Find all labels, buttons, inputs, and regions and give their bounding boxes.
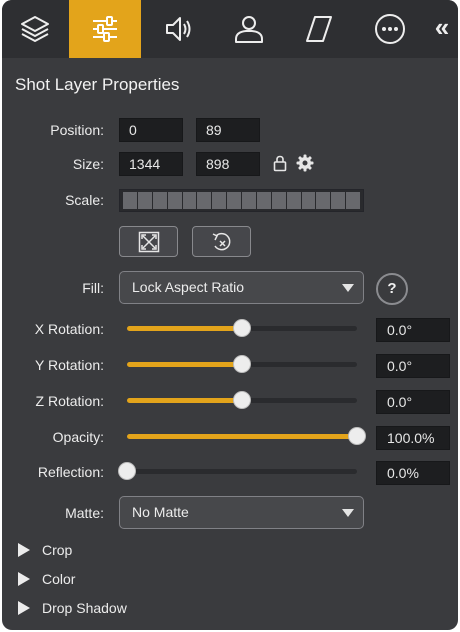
x-rotation-slider[interactable] (127, 318, 357, 338)
reset-icon (212, 232, 230, 250)
z-rotation-slider[interactable] (127, 390, 357, 410)
size-width-field[interactable]: 1344 (119, 152, 183, 176)
fill-dropdown-value: Lock Aspect Ratio (132, 279, 245, 295)
sliders-icon (93, 16, 117, 42)
expand-icon (138, 231, 159, 252)
tab-people[interactable] (214, 0, 284, 58)
x-rotation-value[interactable]: 0.0° (376, 318, 450, 342)
z-rotation-label: Z Rotation: (35, 393, 104, 409)
disclosure-triangle-icon (18, 572, 30, 586)
x-rotation-label: X Rotation: (34, 321, 104, 337)
crop-section-label: Crop (42, 542, 73, 558)
tab-more[interactable] (354, 0, 426, 58)
matte-dropdown-value: No Matte (132, 504, 189, 520)
opacity-label: Opacity: (52, 429, 104, 445)
more-icon (375, 14, 405, 44)
fill-dropdown[interactable]: Lock Aspect Ratio (119, 271, 364, 304)
position-label: Position: (50, 122, 104, 138)
tab-properties[interactable] (69, 0, 141, 58)
y-rotation-slider[interactable] (127, 354, 357, 374)
tab-bar: « (2, 0, 458, 58)
opacity-slider-thumb[interactable] (348, 427, 366, 445)
x-rotation-slider-thumb[interactable] (233, 319, 251, 337)
position-x-field[interactable]: 0 (119, 118, 183, 142)
matte-label: Matte: (65, 505, 104, 521)
reflection-slider[interactable] (118, 461, 357, 481)
tab-audio[interactable] (144, 0, 214, 58)
reflection-value[interactable]: 0.0% (376, 461, 450, 485)
speaker-icon (166, 17, 191, 41)
size-label: Size: (72, 156, 104, 172)
help-button[interactable]: ? (376, 273, 408, 305)
crop-section-toggle[interactable]: Crop (18, 541, 72, 559)
opacity-value[interactable]: 100.0% (376, 426, 450, 450)
fill-label: Fill: (82, 280, 104, 296)
opacity-slider-fill (127, 434, 357, 439)
layers-icon (21, 16, 49, 42)
y-rotation-slider-thumb[interactable] (233, 355, 251, 373)
lock-icon[interactable] (273, 155, 287, 172)
z-rotation-value[interactable]: 0.0° (376, 390, 450, 414)
double-chevron-left-icon: « (434, 12, 450, 42)
panel-title: Shot Layer Properties (15, 75, 180, 94)
disclosure-triangle-icon (18, 601, 30, 615)
size-height-field[interactable]: 898 (196, 152, 260, 176)
z-rotation-slider-thumb[interactable] (233, 391, 251, 409)
gear-icon[interactable] (296, 154, 314, 172)
parallelogram-icon (306, 16, 332, 42)
x-rotation-slider-fill (127, 326, 242, 331)
scale-slider[interactable] (119, 189, 364, 212)
z-rotation-slider-fill (127, 398, 242, 403)
chevron-down-icon (342, 284, 354, 292)
drop-shadow-section-toggle[interactable]: Drop Shadow (18, 599, 127, 617)
reflection-label: Reflection: (37, 464, 104, 480)
scale-label: Scale: (65, 192, 104, 208)
properties-panel: « Shot Layer Properties Position: 0 89 S… (2, 0, 458, 630)
y-rotation-value[interactable]: 0.0° (376, 354, 450, 378)
tab-mask[interactable] (284, 0, 354, 58)
opacity-slider[interactable] (127, 426, 366, 446)
disclosure-triangle-icon (18, 543, 30, 557)
collapse-button[interactable]: « (426, 0, 458, 58)
person-icon (235, 16, 263, 43)
fit-to-frame-button[interactable] (119, 226, 178, 257)
position-y-field[interactable]: 89 (196, 118, 260, 142)
y-rotation-label: Y Rotation: (34, 357, 104, 373)
y-rotation-slider-fill (127, 362, 242, 367)
color-section-label: Color (42, 571, 76, 587)
tab-layers[interactable] (2, 0, 68, 58)
chevron-down-icon (342, 509, 354, 517)
reflection-slider-thumb[interactable] (118, 462, 136, 480)
drop-shadow-section-label: Drop Shadow (42, 600, 127, 616)
color-section-toggle[interactable]: Color (18, 570, 75, 588)
reset-scale-button[interactable] (192, 226, 251, 257)
matte-dropdown[interactable]: No Matte (119, 496, 364, 529)
